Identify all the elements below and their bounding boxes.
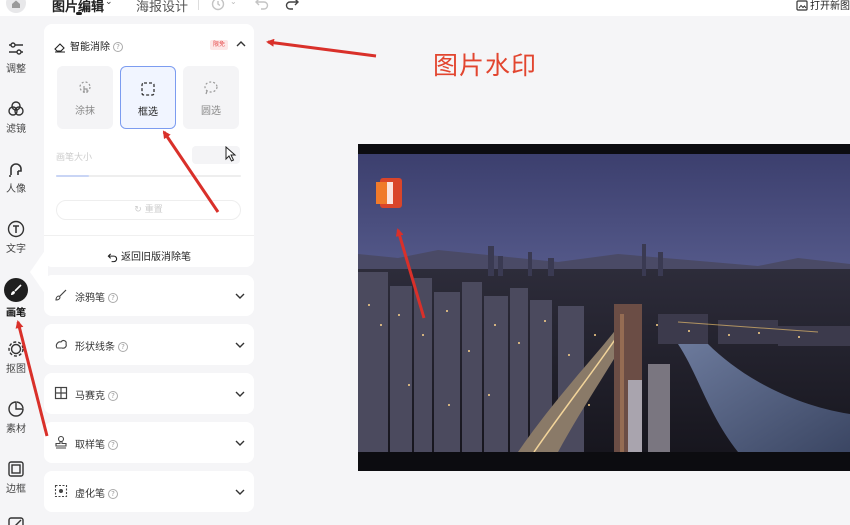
tab-poster-design[interactable]: 海报设计	[136, 0, 188, 15]
reset-icon: ↻	[134, 205, 145, 215]
chevron-down-icon[interactable]	[234, 339, 246, 351]
rail-item-text[interactable]: 文字	[0, 220, 32, 255]
rail-label: 抠图	[6, 364, 26, 375]
reset-button[interactable]: ↻ 重置	[56, 200, 241, 220]
tool-card-stamp[interactable]: 取样笔?	[44, 422, 254, 463]
rail-label: 文字	[6, 244, 26, 255]
brush-icon	[11, 284, 22, 295]
office-logo-watermark[interactable]	[376, 178, 402, 208]
rail-item-more[interactable]	[0, 516, 32, 525]
tool-card-doodle-pen[interactable]: 涂鸦笔?	[44, 275, 254, 316]
brush-size-label: 画笔大小	[56, 153, 93, 163]
rail-label: 画笔	[6, 308, 26, 319]
tool-card-shape-lines[interactable]: 形状线条?	[44, 324, 254, 365]
back-old-label: 返回旧版消除笔	[121, 252, 191, 263]
brush-tools-panel: 智能消除? 限免 涂抹 框选 圆选 画笔大小 ↻ 重置 返回旧版消除笔 涂鸦笔 …	[44, 24, 254, 512]
cutout-icon	[8, 341, 24, 357]
help-icon[interactable]: ?	[108, 391, 118, 401]
help-icon[interactable]: ?	[108, 489, 118, 499]
chevron-down-icon[interactable]	[234, 486, 246, 498]
rail-item-portrait[interactable]: 人像	[0, 160, 32, 195]
help-icon[interactable]: ?	[108, 293, 118, 303]
tool-label: 虚化笔?	[75, 485, 118, 500]
smart-erase-title: 智能消除	[70, 42, 110, 53]
sticker-icon	[8, 401, 24, 417]
rail-item-cutout[interactable]: 抠图	[0, 340, 32, 375]
home-icon[interactable]	[6, 0, 26, 13]
rail-item-frame[interactable]: 边框	[0, 460, 32, 495]
undo-arrow-icon	[107, 252, 118, 262]
rail-item-sticker[interactable]: 素材	[0, 400, 32, 435]
more-tools-icon	[8, 517, 24, 525]
smart-erase-card: 智能消除? 限免 涂抹 框选 圆选 画笔大小 ↻ 重置 返回旧版消除笔	[44, 24, 254, 267]
rail-item-adjust[interactable]: 调整	[0, 40, 32, 75]
free-badge: 限免	[210, 40, 228, 50]
rail-item-brush[interactable]: 画笔	[0, 278, 32, 319]
shape-lines-icon	[55, 339, 67, 349]
tool-card-mosaic[interactable]: 马赛克?	[44, 373, 254, 414]
chevron-down-icon[interactable]	[234, 388, 246, 400]
chevron-down-icon[interactable]	[234, 290, 246, 302]
history-icon[interactable]	[210, 0, 226, 15]
brush-size-slider[interactable]	[56, 175, 241, 177]
chevron-down-icon[interactable]	[234, 437, 246, 449]
open-new-label: 打开新图	[810, 1, 850, 12]
rail-label: 素材	[6, 424, 26, 435]
city-night-photo[interactable]	[358, 154, 850, 452]
doodle-pen-icon	[55, 289, 67, 301]
sliders-icon	[9, 42, 23, 55]
top-bar: 图片编辑 ⌄ 海报设计 ⌄ 打开新图	[0, 0, 850, 16]
brush-size-slider-fill	[56, 175, 90, 177]
mosaic-icon	[54, 386, 68, 400]
blur-pen-icon	[54, 484, 68, 498]
mouse-cursor-icon	[225, 146, 237, 162]
open-image-icon	[796, 0, 808, 11]
mode-smear-button[interactable]: 涂抹	[57, 66, 113, 129]
stamp-icon	[55, 435, 67, 449]
eraser-icon	[54, 43, 65, 53]
open-new-image-button[interactable]: 打开新图	[796, 0, 850, 12]
card-divider	[44, 235, 254, 236]
rail-label: 边框	[6, 484, 26, 495]
undo-icon[interactable]	[254, 0, 270, 15]
lasso-select-icon	[204, 81, 218, 95]
smart-erase-header[interactable]: 智能消除?	[54, 38, 123, 53]
mode-label: 涂抹	[75, 106, 95, 117]
active-rail-highlight	[4, 278, 28, 302]
reset-label: 重置	[144, 205, 163, 215]
rail-label: 调整	[6, 64, 26, 75]
mode-lasso-select-button[interactable]: 圆选	[183, 66, 239, 129]
left-tool-rail: 调整 滤镜 人像 文字 画笔 抠图 素材 边框	[0, 16, 32, 525]
chevron-down-icon[interactable]: ⌄	[230, 0, 237, 6]
back-to-old-eraser-button[interactable]: 返回旧版消除笔	[44, 248, 254, 263]
chevron-down-icon[interactable]: ⌄	[105, 0, 113, 7]
box-select-icon	[141, 82, 155, 96]
tool-label: 马赛克?	[75, 387, 118, 402]
filter-icon	[8, 101, 24, 116]
help-icon[interactable]: ?	[108, 440, 118, 450]
smear-icon	[79, 81, 91, 93]
mode-label: 框选	[138, 107, 158, 118]
rail-item-filter[interactable]: 滤镜	[0, 100, 32, 135]
arrow-to-smart-erase	[266, 38, 377, 58]
tool-label: 涂鸦笔?	[75, 289, 118, 304]
rail-label: 人像	[6, 184, 26, 195]
frame-icon	[8, 461, 24, 477]
help-icon[interactable]: ?	[113, 42, 123, 52]
portrait-icon	[9, 163, 22, 177]
mode-box-select-button[interactable]: 框选	[120, 66, 176, 129]
tool-label: 形状线条?	[75, 338, 128, 353]
tool-card-blur-pen[interactable]: 虚化笔?	[44, 471, 254, 512]
help-icon[interactable]: ?	[118, 342, 128, 352]
tool-label: 取样笔?	[75, 436, 118, 451]
watermark-annotation-label: 图片水印	[433, 51, 538, 80]
redo-icon[interactable]	[284, 0, 300, 15]
toolbar-divider	[198, 0, 199, 10]
text-icon	[7, 220, 25, 238]
chevron-up-icon[interactable]	[235, 38, 247, 50]
canvas-image-frame[interactable]	[358, 144, 850, 471]
mode-label: 圆选	[201, 106, 221, 117]
rail-label: 滤镜	[6, 124, 26, 135]
active-tab-indicator	[76, 12, 82, 15]
